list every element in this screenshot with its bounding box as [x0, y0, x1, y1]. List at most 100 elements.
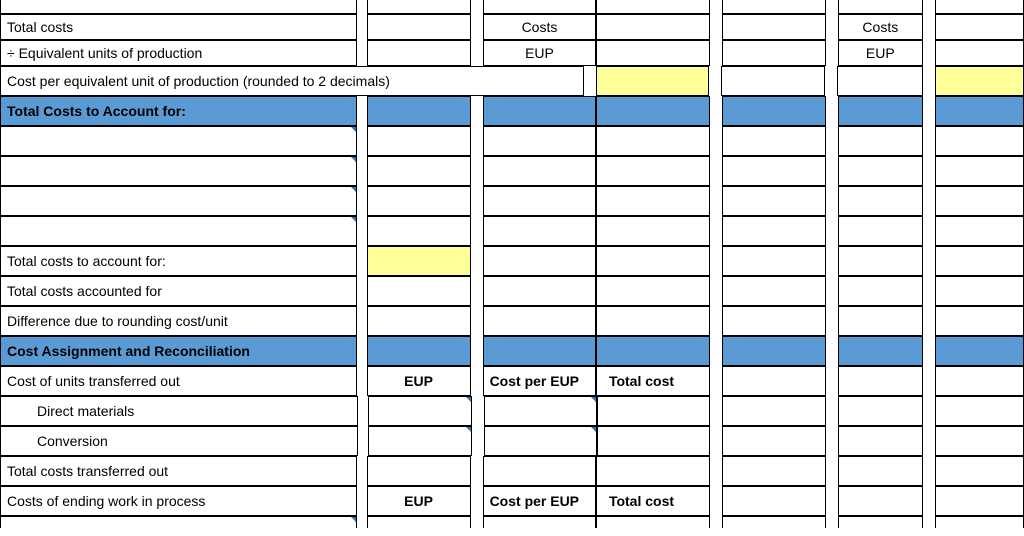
cell[interactable]: [596, 216, 709, 246]
cell[interactable]: [722, 276, 826, 306]
cell[interactable]: [722, 186, 826, 216]
cell[interactable]: [838, 516, 923, 528]
cell[interactable]: [935, 486, 1024, 516]
cell[interactable]: [935, 14, 1024, 40]
cell[interactable]: [935, 456, 1024, 486]
dropdown-cost-item-1[interactable]: [0, 126, 357, 156]
cell[interactable]: [935, 516, 1024, 528]
dropdown-last-item[interactable]: [0, 516, 357, 528]
cell[interactable]: [838, 246, 923, 276]
cell[interactable]: [935, 216, 1024, 246]
cell[interactable]: [483, 186, 596, 216]
cell[interactable]: [367, 516, 471, 528]
cell[interactable]: [596, 456, 709, 486]
cell[interactable]: [838, 366, 923, 396]
label-total-costs: Total costs: [0, 14, 357, 40]
cell[interactable]: [935, 156, 1024, 186]
cell[interactable]: [935, 186, 1024, 216]
cell[interactable]: [838, 456, 923, 486]
cell[interactable]: [367, 40, 471, 66]
cell: [596, 0, 709, 14]
cell[interactable]: [596, 156, 709, 186]
cell[interactable]: [596, 186, 709, 216]
cell[interactable]: [596, 246, 709, 276]
input-conv-cost-per-eup[interactable]: [484, 426, 597, 456]
row-cost-per-eup: Cost per equivalent unit of production (…: [0, 66, 1024, 96]
cell[interactable]: [935, 246, 1024, 276]
cell[interactable]: [367, 456, 471, 486]
input-dm-cost-per-eup[interactable]: [484, 396, 597, 426]
cell[interactable]: [597, 426, 710, 456]
cell[interactable]: [935, 366, 1024, 396]
cell[interactable]: [596, 40, 709, 66]
cell[interactable]: [367, 156, 471, 186]
cell[interactable]: [596, 306, 709, 336]
cell[interactable]: [721, 66, 825, 96]
cell[interactable]: [367, 186, 471, 216]
cell[interactable]: [838, 186, 923, 216]
label-costs-1: Costs: [483, 14, 596, 40]
row-total-transferred: Total costs transferred out: [0, 456, 1024, 486]
cell[interactable]: [596, 14, 709, 40]
gap: [826, 306, 838, 336]
cell[interactable]: [722, 366, 826, 396]
cell[interactable]: [935, 396, 1024, 426]
cell[interactable]: [935, 126, 1024, 156]
label-costs-2: Costs: [838, 14, 923, 40]
cell[interactable]: [722, 126, 826, 156]
dropdown-cost-item-2[interactable]: [0, 156, 357, 186]
cell[interactable]: [722, 426, 826, 456]
cell[interactable]: [483, 246, 596, 276]
cell[interactable]: [722, 516, 826, 528]
cell[interactable]: [483, 126, 596, 156]
cell[interactable]: [838, 276, 923, 306]
cell[interactable]: [367, 14, 471, 40]
cell[interactable]: [367, 276, 471, 306]
cell[interactable]: [483, 306, 596, 336]
cell[interactable]: [838, 426, 923, 456]
label-rounding: Difference due to rounding cost/unit: [0, 306, 357, 336]
cell[interactable]: [722, 40, 826, 66]
cell[interactable]: [483, 156, 596, 186]
cell[interactable]: [935, 306, 1024, 336]
dropdown-cost-item-4[interactable]: [0, 216, 357, 246]
cell[interactable]: [483, 276, 596, 306]
gap: [471, 276, 483, 306]
cell[interactable]: [722, 14, 826, 40]
cell[interactable]: [838, 126, 923, 156]
cell[interactable]: [596, 276, 709, 306]
cell[interactable]: [722, 156, 826, 186]
cell[interactable]: [483, 456, 596, 486]
gap: [710, 126, 722, 156]
cell[interactable]: [367, 216, 471, 246]
gap: [471, 516, 483, 528]
cell[interactable]: [722, 486, 826, 516]
gap: [826, 366, 838, 396]
cell[interactable]: [838, 486, 923, 516]
cell[interactable]: [838, 396, 923, 426]
gap: [923, 186, 935, 216]
cell[interactable]: [838, 306, 923, 336]
input-dm-eup[interactable]: [368, 396, 472, 426]
cell[interactable]: [596, 516, 709, 528]
cell[interactable]: [722, 246, 826, 276]
cell[interactable]: [483, 216, 596, 246]
cell[interactable]: [722, 396, 826, 426]
input-conv-eup[interactable]: [368, 426, 472, 456]
cell: [722, 0, 826, 14]
cell[interactable]: [722, 456, 826, 486]
cell[interactable]: [838, 216, 923, 246]
cell[interactable]: [596, 126, 709, 156]
cell[interactable]: [597, 396, 710, 426]
dropdown-cost-item-3[interactable]: [0, 186, 357, 216]
cell[interactable]: [483, 516, 596, 528]
cell[interactable]: [935, 40, 1024, 66]
cell[interactable]: [722, 216, 826, 246]
cell[interactable]: [367, 306, 471, 336]
cell[interactable]: [935, 426, 1024, 456]
cell[interactable]: [935, 276, 1024, 306]
cell[interactable]: [367, 126, 471, 156]
cell[interactable]: [837, 66, 922, 96]
cell[interactable]: [722, 306, 826, 336]
cell[interactable]: [838, 156, 923, 186]
